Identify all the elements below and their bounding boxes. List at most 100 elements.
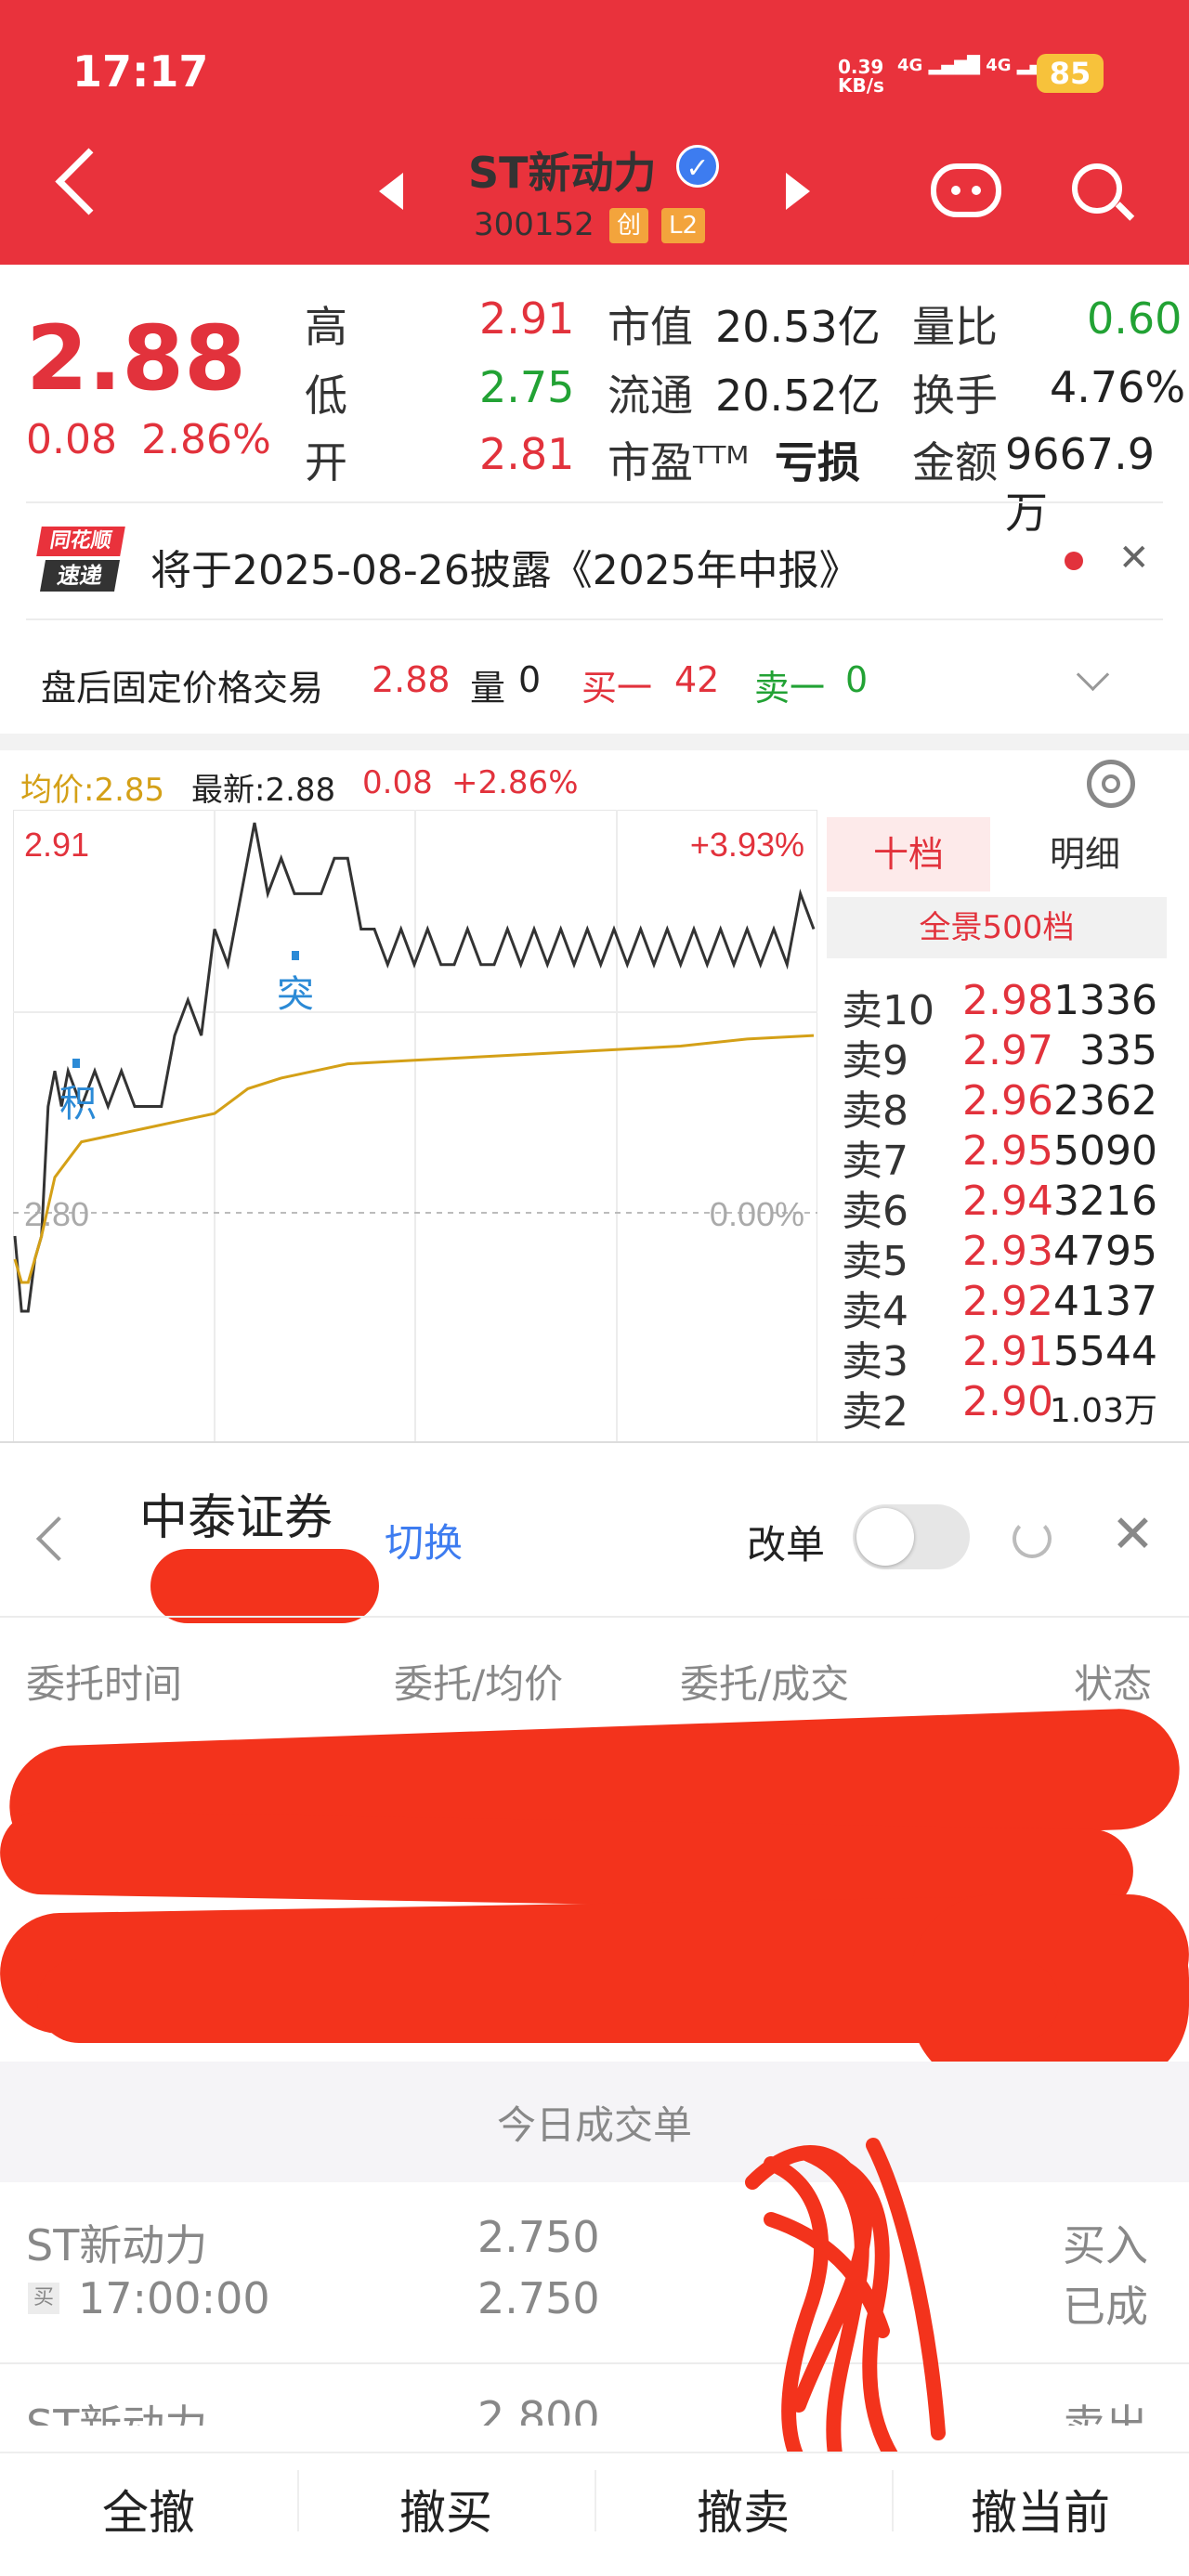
high-value: 2.91 [479, 293, 575, 344]
pe-value: 亏损 [775, 437, 860, 488]
fill-stock-name: ST新动力 [26, 2400, 208, 2426]
low-value: 2.75 [479, 362, 575, 412]
signal-marker [72, 1059, 80, 1068]
full-depth-button[interactable]: 全景500档 [827, 897, 1167, 958]
float-value: 20.52亿 [715, 371, 881, 421]
next-stock-icon[interactable] [786, 173, 810, 210]
chart-change-pct: +2.86% [451, 764, 579, 801]
chevron-down-icon[interactable] [1076, 657, 1110, 692]
after-hours-bid: 42 [674, 659, 720, 700]
close-icon[interactable]: ✕ [1111, 1504, 1155, 1565]
mcap-value: 20.53亿 [715, 302, 881, 352]
cancel-buy-button[interactable]: 撤买 [297, 2476, 594, 2543]
order-book-row[interactable]: 卖10 2.98 1336 [842, 977, 1157, 1034]
fill-time: 17:00:00 [78, 2273, 270, 2323]
pe-label: 市盈ᵀᵀᴹ [608, 437, 750, 488]
notice-text[interactable]: 将于2025-08-26披露《2025年中报》 [150, 537, 860, 596]
order-book-volume: 5090 [1053, 1127, 1157, 1175]
robot-eye-icon [972, 186, 981, 195]
toggle-knob [856, 1508, 914, 1566]
after-hours-vol: 0 [518, 659, 542, 700]
right-tick-label: 0.00% [710, 1195, 804, 1233]
col-order-price: 委托/均价 [394, 1661, 564, 1707]
section-gap [0, 734, 1189, 750]
divider [0, 1616, 1189, 1618]
volume-ratio-label: 量比 [912, 302, 998, 352]
open-label: 开 [305, 437, 347, 488]
verified-icon: ✓ [676, 145, 719, 188]
order-book-volume: 5544 [1053, 1328, 1157, 1375]
divider [26, 618, 1163, 620]
volume-ratio-value: 0.60 [1087, 293, 1182, 344]
ths-flash-logo: 同花顺 速递 [36, 527, 125, 595]
fill-action: 卖出 [1063, 2400, 1148, 2426]
chart-change: 0.08 [362, 764, 433, 801]
order-book-row[interactable]: 卖8 2.96 2362 [842, 1077, 1157, 1135]
fill-order-price: 2.750 [477, 2212, 600, 2262]
cancel-all-button[interactable]: 全撤 [0, 2476, 297, 2543]
unread-dot-icon [1065, 552, 1083, 570]
order-book-row[interactable]: 卖3 2.91 5544 [842, 1328, 1157, 1386]
latest-price-label: 最新:2.88 [191, 772, 336, 809]
battery-icon: 85 [1037, 54, 1104, 93]
price-change: 0.08 [26, 416, 117, 463]
right-tick-label: +3.93% [690, 826, 804, 864]
order-book-price: 2.95 [962, 1127, 1053, 1175]
order-book-volume: 4795 [1053, 1228, 1157, 1275]
stock-code: 300152 [474, 206, 594, 243]
col-order-time: 委托时间 [26, 1661, 183, 1707]
col-status: 状态 [1074, 1661, 1153, 1707]
tab-ten-levels[interactable]: 十档 [827, 817, 990, 891]
close-notice-icon[interactable]: ✕ [1118, 537, 1150, 579]
order-book-row[interactable]: 卖7 2.95 5090 [842, 1127, 1157, 1185]
redaction-mark [37, 1959, 1059, 2043]
avg-price-label: 均价:2.85 [20, 772, 165, 809]
robot-eye-icon [951, 186, 960, 195]
low-label: 低 [305, 371, 347, 421]
order-book-price: 2.91 [962, 1328, 1053, 1375]
redaction-mark [150, 1549, 379, 1623]
order-book-volume: 1.03万 [1049, 1392, 1157, 1430]
intraday-chart[interactable]: 2.91 2.80 +3.93% 0.00% 积 突 [13, 810, 817, 1443]
gear-center [1102, 774, 1120, 793]
order-book-row[interactable]: 卖6 2.94 3216 [842, 1177, 1157, 1235]
level2-tag: L2 [661, 208, 706, 243]
chinext-tag: 创 [609, 208, 649, 243]
cancel-current-button[interactable]: 撤当前 [892, 2476, 1189, 2543]
order-book-volume: 2362 [1053, 1077, 1157, 1125]
y-tick-label: 2.91 [24, 826, 89, 864]
order-book-label: 卖2 [842, 1388, 908, 1436]
mcap-label: 市值 [608, 302, 693, 352]
order-book-price: 2.92 [962, 1278, 1053, 1325]
amount-value: 9667.9万 [1005, 429, 1155, 538]
order-book-row[interactable]: 卖2 2.90 1.03万 [842, 1378, 1157, 1436]
after-hours-label: 盘后固定价格交易 [41, 668, 324, 709]
fill-order-price: 2.800 [477, 2392, 600, 2426]
float-label: 流通 [608, 371, 693, 421]
annotation-label: 积 [59, 1083, 97, 1125]
after-hours-ask-label: 卖一 [754, 668, 826, 709]
prev-stock-icon[interactable] [379, 173, 403, 210]
order-book-price: 2.94 [962, 1177, 1053, 1225]
buy-tag: 买 [28, 2283, 59, 2314]
open-value: 2.81 [479, 429, 575, 479]
status-time: 17:17 [72, 46, 209, 97]
assistant-robot-icon[interactable] [931, 163, 1001, 217]
after-hours-price: 2.88 [372, 659, 451, 700]
turnover-label: 换手 [912, 371, 998, 421]
refresh-icon[interactable] [1013, 1519, 1052, 1558]
order-book-row[interactable]: 卖9 2.97 335 [842, 1027, 1157, 1085]
broker-name: 中泰证券 [139, 1490, 333, 1546]
order-book-row[interactable]: 卖5 2.93 4795 [842, 1228, 1157, 1285]
modify-order-label: 改单 [747, 1522, 826, 1568]
signal-marker [292, 951, 299, 960]
y-tick-label: 2.80 [24, 1195, 89, 1233]
today-fills-title: 今日成交单 [496, 2102, 692, 2148]
order-book-row[interactable]: 卖4 2.92 4137 [842, 1278, 1157, 1335]
app-header [0, 0, 1189, 265]
cancel-sell-button[interactable]: 撤卖 [594, 2476, 892, 2543]
tab-details[interactable]: 明细 [1003, 817, 1167, 891]
order-book-volume: 1336 [1053, 977, 1157, 1024]
switch-account-link[interactable]: 切换 [385, 1512, 463, 1568]
price-change-pct: 2.86% [141, 416, 271, 463]
